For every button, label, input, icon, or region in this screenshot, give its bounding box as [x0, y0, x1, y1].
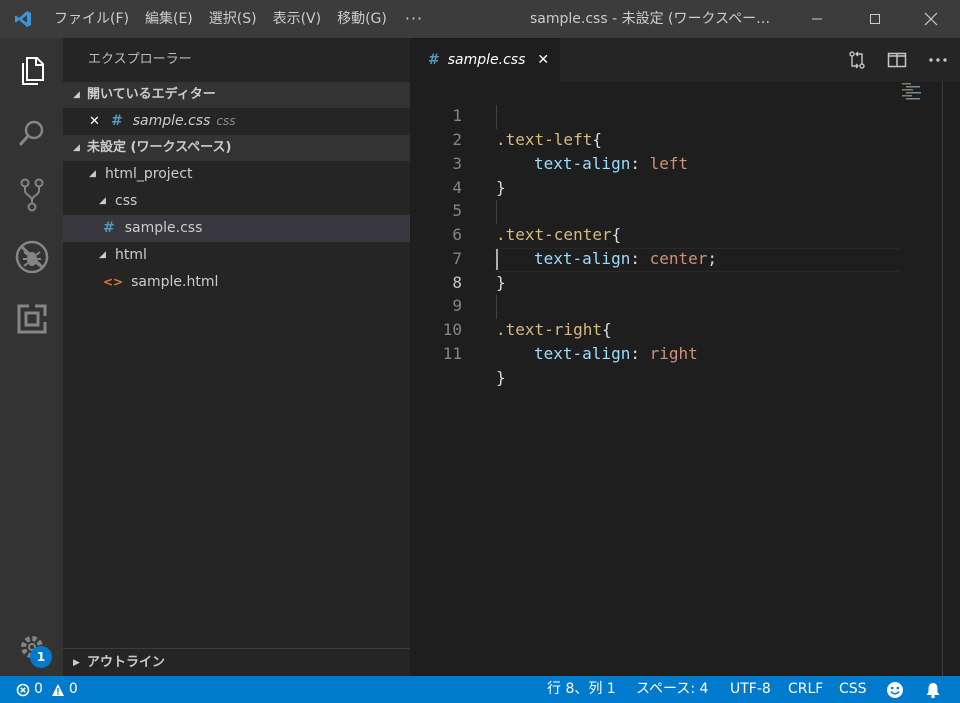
open-editor-item[interactable]: ✕ # sample.css css — [63, 108, 410, 135]
search-icon[interactable] — [0, 102, 63, 164]
menu-go[interactable]: 移動(G) — [329, 0, 395, 38]
tree-item-folder[interactable]: ◢ html_project — [63, 161, 410, 188]
tab-close-icon[interactable]: ✕ — [537, 52, 549, 68]
status-bar: 0 0 行 8、列 1 スペース: 4 UTF-8 CRLF CSS — [0, 676, 960, 703]
line-number: 11 — [442, 344, 462, 363]
settings-gear-icon[interactable] — [0, 616, 63, 678]
close-icon[interactable] — [908, 0, 954, 38]
open-editor-folder: css — [216, 114, 236, 128]
open-editor-filename: sample.css — [132, 113, 211, 129]
tree-item-label: html — [115, 247, 147, 263]
code-line: 2 text-align: left — [410, 104, 900, 173]
vscode-logo-icon — [0, 0, 46, 38]
menu-file[interactable]: ファイル(F) — [46, 0, 137, 38]
menu-bar: ファイル(F) 編集(E) 選択(S) 表示(V) 移動(G) ··· — [46, 0, 433, 38]
encoding-setting[interactable]: UTF-8 — [730, 676, 771, 703]
editor-tabs-bar: # sample.css ✕ — [410, 38, 960, 82]
chevron-down-icon: ◢ — [99, 196, 106, 206]
minimize-icon[interactable] — [794, 0, 840, 38]
title-bar: ファイル(F) 編集(E) 選択(S) 表示(V) 移動(G) ··· samp… — [0, 0, 960, 38]
error-count: 0 — [34, 681, 43, 697]
chevron-down-icon: ◢ — [73, 90, 80, 100]
menu-selection[interactable]: 選択(S) — [201, 0, 265, 38]
css-value: right — [649, 344, 698, 363]
tree-item-folder[interactable]: ◢ html — [63, 242, 410, 269]
debug-icon[interactable] — [0, 226, 63, 288]
explorer-sidebar: エクスプローラー ◢ 開いているエディター ✕ # sample.css css… — [63, 38, 410, 676]
more-actions-icon[interactable] — [918, 38, 958, 82]
code-line: 4 — [410, 152, 900, 197]
error-icon — [16, 683, 30, 696]
source-control-icon[interactable] — [0, 164, 63, 226]
code-line: 9 .text-right{ — [410, 270, 900, 339]
open-editors-header[interactable]: ◢ 開いているエディター — [63, 82, 410, 108]
code-line: 1 .text-left{ — [410, 80, 900, 149]
css-property: text-align — [534, 344, 631, 363]
warning-icon — [51, 683, 64, 696]
code-line: 3 } — [410, 128, 900, 197]
feedback-smiley-icon[interactable] — [886, 676, 904, 703]
outline-label: アウトライン — [87, 654, 166, 670]
menu-view[interactable]: 表示(V) — [265, 0, 330, 38]
code-editor[interactable]: 1 .text-left{ 2 text-align: left 3 } 4 5… — [410, 82, 960, 676]
code-line: 6 text-align: center; — [410, 199, 900, 268]
language-mode[interactable]: CSS — [839, 676, 867, 703]
css-file-icon: # — [111, 113, 123, 129]
tree-item-label: html_project — [105, 166, 193, 182]
close-editor-icon[interactable]: ✕ — [89, 108, 111, 135]
tree-item-folder[interactable]: ◢ css — [63, 188, 410, 215]
sidebar-title: エクスプローラー — [88, 52, 192, 67]
code-line: 5 .text-center{ — [410, 175, 900, 244]
html-file-icon: <> — [103, 275, 124, 289]
code-line: 11 } — [410, 318, 900, 387]
problems-indicator[interactable]: 0 0 — [16, 676, 78, 703]
colon: : — [630, 344, 650, 363]
workspace-header[interactable]: ◢ 未設定 (ワークスペース) — [63, 135, 410, 161]
chevron-down-icon: ◢ — [89, 169, 96, 179]
settings-update-badge: 1 — [30, 646, 52, 668]
tree-item-label: css — [115, 193, 138, 209]
tab-label: sample.css — [447, 52, 526, 68]
text-cursor — [496, 249, 498, 270]
outline-header[interactable]: ▶ アウトライン — [63, 648, 410, 676]
tree-item-file[interactable]: # sample.css — [63, 215, 410, 242]
indentation-setting[interactable]: スペース: 4 — [636, 676, 708, 703]
chevron-down-icon: ◢ — [73, 143, 80, 153]
extensions-icon[interactable] — [0, 288, 63, 350]
tree-item-label: sample.css — [124, 220, 203, 236]
open-editors-label: 開いているエディター — [87, 87, 216, 102]
brace: } — [496, 368, 506, 387]
workspace-label: 未設定 (ワークスペース) — [87, 140, 232, 155]
open-changes-icon[interactable] — [837, 38, 877, 82]
menu-edit[interactable]: 編集(E) — [137, 0, 201, 38]
explorer-icon[interactable] — [0, 40, 63, 102]
css-file-icon: # — [103, 220, 115, 236]
minimap[interactable] — [900, 82, 952, 676]
css-file-icon: # — [428, 52, 440, 68]
activity-bar: 1 — [0, 38, 63, 676]
window-title: sample.css - 未設定 (ワークスペー… — [530, 11, 771, 27]
maximize-icon[interactable] — [852, 0, 898, 38]
warning-count: 0 — [68, 681, 78, 697]
notifications-bell-icon[interactable] — [924, 676, 942, 703]
split-editor-icon[interactable] — [877, 38, 917, 82]
tree-item-file[interactable]: <> sample.html — [63, 269, 410, 296]
cursor-position[interactable]: 行 8、列 1 — [547, 676, 616, 703]
menu-more-button[interactable]: ··· — [395, 0, 433, 38]
chevron-right-icon: ▶ — [73, 657, 80, 668]
code-line: 10 text-align: right — [410, 294, 900, 363]
code-line: 7 } — [410, 223, 900, 292]
code-line: 8 — [410, 247, 900, 292]
eol-setting[interactable]: CRLF — [788, 676, 823, 703]
vertical-scrollbar[interactable] — [942, 82, 943, 676]
tree-item-label: sample.html — [131, 274, 219, 290]
chevron-down-icon: ◢ — [99, 250, 106, 260]
tab-sample-css[interactable]: # sample.css ✕ — [410, 38, 560, 82]
